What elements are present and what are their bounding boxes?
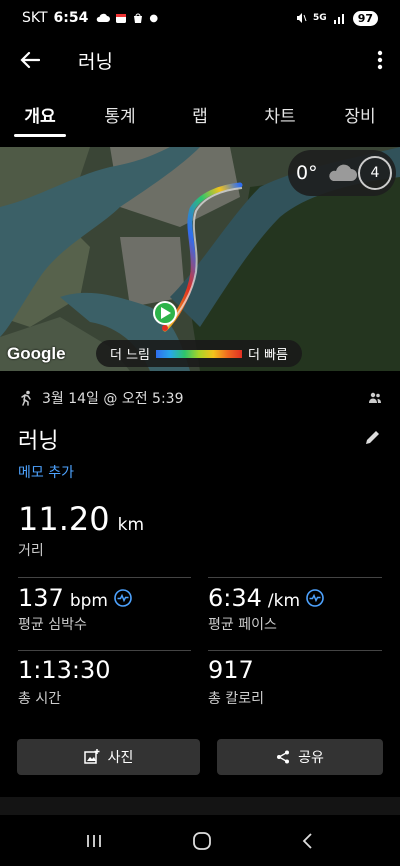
distance-unit: km — [117, 515, 145, 535]
page-title: 러닝 — [78, 50, 113, 73]
app-bar: 러닝 — [0, 40, 400, 80]
activity-title-row: 러닝 — [18, 424, 382, 454]
calories-label: 총 칼로리 — [208, 691, 264, 707]
recent-apps-icon[interactable] — [85, 833, 103, 849]
heart-rate-stat: 137 bpm — [18, 584, 132, 612]
more-options-button[interactable] — [360, 40, 400, 80]
share-button-label: 공유 — [298, 750, 324, 766]
people-icon[interactable] — [368, 392, 382, 404]
arrow-left-icon — [20, 51, 40, 69]
calories-value: 917 — [208, 656, 254, 684]
system-icons: 5G 97 — [295, 10, 378, 26]
pace-label: 평균 페이스 — [208, 617, 277, 633]
carrier-label: SKT — [22, 10, 48, 26]
activity-title: 러닝 — [18, 429, 59, 454]
clock: 6:54 — [53, 10, 89, 26]
total-time-value: 1:13:30 — [18, 656, 111, 684]
total-time-label: 총 시간 — [18, 691, 62, 707]
photo-button-label: 사진 — [107, 750, 134, 766]
cloud-weather-icon — [328, 164, 357, 181]
divider — [208, 650, 382, 651]
cloud-icon — [97, 13, 111, 22]
network-label: 5G — [313, 13, 327, 23]
shopping-bag-icon — [134, 13, 143, 23]
calories-stat: 917 — [208, 656, 254, 684]
content-bottom-edge — [0, 797, 400, 815]
tab-charts[interactable]: 차트 — [240, 92, 320, 138]
legend-slow-label: 더 느림 — [109, 348, 150, 363]
heart-rate-value: 137 — [18, 584, 64, 612]
notification-icons: ● — [96, 12, 158, 24]
heart-rate-label: 평균 심박수 — [18, 617, 87, 633]
battery-indicator: 97 — [352, 10, 378, 26]
back-nav-icon[interactable] — [301, 832, 315, 850]
photo-button[interactable]: 사진 — [17, 739, 200, 775]
distance-value: 11.20 km — [18, 500, 144, 538]
add-memo-link[interactable]: 메모 추가 — [18, 462, 74, 482]
running-icon — [21, 390, 31, 406]
mute-icon — [297, 13, 307, 23]
share-button[interactable]: 공유 — [217, 739, 383, 775]
edit-title-button[interactable] — [364, 428, 382, 450]
weather-wind-indicator: 4 — [358, 156, 392, 190]
distance-label: 거리 — [18, 543, 44, 559]
tab-stats[interactable]: 통계 — [80, 92, 160, 138]
heart-rate-info-icon[interactable] — [114, 589, 132, 607]
more-vert-icon — [377, 50, 383, 70]
pace-value: 6:34 — [208, 584, 262, 612]
back-button[interactable] — [2, 40, 58, 80]
pencil-icon — [366, 431, 379, 444]
calendar-icon — [116, 14, 127, 23]
total-time-stat: 1:13:30 — [18, 656, 111, 684]
pace-stat: 6:34 /km — [208, 584, 324, 612]
activity-meta: 3월 14일 @ 오전 5:39 — [18, 386, 382, 410]
system-navigation-bar — [0, 815, 400, 866]
weather-badge[interactable]: 0° 4 — [288, 150, 396, 196]
share-icon — [277, 750, 290, 764]
divider — [208, 577, 382, 578]
dot-icon: ● — [149, 12, 159, 24]
weather-temperature: 0° — [296, 162, 318, 184]
add-photo-icon — [83, 749, 100, 764]
tab-gear[interactable]: 장비 — [320, 92, 400, 138]
pace-color-scale — [156, 349, 242, 358]
legend-fast-label: 더 빠름 — [248, 348, 289, 363]
divider — [18, 577, 191, 578]
pace-unit: /km — [267, 591, 301, 611]
status-bar: SKT 6:54 ● 5G 97 — [0, 0, 400, 36]
activity-date: 3월 14일 @ 오전 5:39 — [42, 391, 184, 407]
heart-rate-unit: bpm — [69, 591, 108, 611]
pace-info-icon[interactable] — [306, 589, 324, 607]
tab-overview[interactable]: 개요 — [0, 92, 80, 138]
pace-legend: 더 느림 더 빠름 — [96, 340, 302, 367]
tab-bar: 개요 통계 랩 차트 장비 — [0, 92, 400, 138]
signal-icon — [333, 14, 344, 24]
tab-laps[interactable]: 랩 — [160, 92, 240, 138]
divider — [18, 650, 191, 651]
distance-number: 11.20 — [18, 500, 110, 538]
home-icon[interactable] — [192, 831, 212, 851]
google-logo: Google — [7, 344, 66, 363]
